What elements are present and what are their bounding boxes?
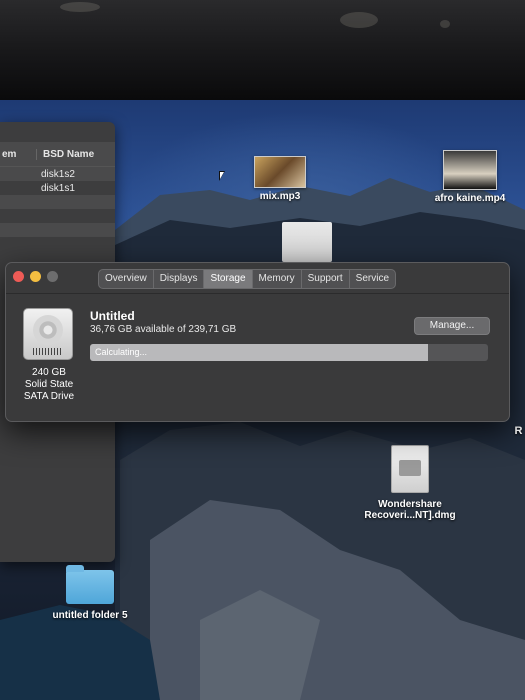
drive-type: Solid State bbox=[24, 379, 74, 390]
monitor-bezel bbox=[0, 0, 525, 100]
column-header-bsd-name[interactable]: BSD Name bbox=[37, 149, 94, 160]
icon-label-line2: Recoveri...NT].dmg bbox=[364, 510, 456, 521]
icon-label: mix.mp3 bbox=[259, 191, 301, 202]
video-thumbnail-icon bbox=[443, 150, 497, 190]
mix-thumbnail-icon bbox=[254, 156, 306, 188]
hard-drive-icon bbox=[23, 308, 73, 360]
smudge bbox=[340, 12, 378, 28]
table-row[interactable] bbox=[0, 223, 115, 237]
smudge bbox=[440, 20, 450, 28]
manage-button[interactable]: Manage... bbox=[414, 317, 490, 335]
icon-label: untitled folder 5 bbox=[52, 610, 128, 621]
icon-label-line1: Wondershare bbox=[378, 499, 442, 510]
desktop-icon-untitled-folder[interactable]: untitled folder 5 bbox=[40, 565, 140, 621]
disk-table-body: disk1s2 disk1s1 bbox=[0, 167, 115, 251]
desktop-icon-afro-kaine[interactable]: afro kaine.mp4 bbox=[425, 150, 515, 204]
desktop: em BSD Name disk1s2 disk1s1 mix.mp3 afro… bbox=[0, 100, 525, 700]
mouse-pointer-icon bbox=[219, 171, 225, 181]
icon-label: R bbox=[514, 425, 523, 437]
desktop-icon-mix[interactable]: mix.mp3 bbox=[250, 156, 310, 202]
tab-support[interactable]: Support bbox=[302, 270, 350, 288]
bsd-name-cell: disk1s2 bbox=[41, 168, 75, 180]
column-header[interactable]: em bbox=[0, 148, 37, 160]
tab-service[interactable]: Service bbox=[350, 270, 395, 288]
tab-displays[interactable]: Displays bbox=[154, 270, 205, 288]
table-row[interactable]: disk1s1 bbox=[0, 181, 115, 195]
bsd-name-cell: disk1s1 bbox=[41, 182, 75, 194]
volume-name: Untitled bbox=[90, 309, 135, 323]
tab-storage[interactable]: Storage bbox=[204, 270, 253, 288]
volume-available: 36,76 GB available of 239,71 GB bbox=[90, 324, 237, 335]
storage-bar-label: Calculating... bbox=[95, 347, 148, 357]
table-row[interactable] bbox=[0, 237, 115, 251]
storage-usage-bar: Calculating... bbox=[90, 344, 488, 361]
drive-info: 240 GB Solid State SATA Drive bbox=[11, 367, 87, 403]
disk-image-icon bbox=[391, 445, 429, 493]
drive-interface: SATA Drive bbox=[23, 391, 75, 402]
table-row[interactable] bbox=[0, 209, 115, 223]
title-bar: Overview Displays Storage Memory Support… bbox=[6, 263, 509, 294]
smudge bbox=[60, 2, 100, 12]
icon-label: afro kaine.mp4 bbox=[434, 193, 506, 204]
tab-memory[interactable]: Memory bbox=[253, 270, 302, 288]
close-button[interactable] bbox=[13, 271, 24, 282]
music-document-icon[interactable] bbox=[282, 222, 332, 262]
desktop-icon-wondershare-dmg[interactable]: Wondershare Recoveri...NT].dmg bbox=[355, 445, 465, 521]
about-this-mac-window: Overview Displays Storage Memory Support… bbox=[5, 262, 510, 422]
disk-table-header: em BSD Name bbox=[0, 142, 115, 167]
table-row[interactable]: disk1s2 bbox=[0, 167, 115, 181]
drive-capacity: 240 GB bbox=[32, 367, 66, 378]
folder-icon bbox=[66, 565, 114, 604]
tab-overview[interactable]: Overview bbox=[99, 270, 154, 288]
desktop-icon-partial[interactable]: R bbox=[512, 425, 525, 437]
table-row[interactable] bbox=[0, 195, 115, 209]
zoom-button[interactable] bbox=[47, 271, 58, 282]
tab-bar: Overview Displays Storage Memory Support… bbox=[98, 269, 397, 289]
minimize-button[interactable] bbox=[30, 271, 41, 282]
